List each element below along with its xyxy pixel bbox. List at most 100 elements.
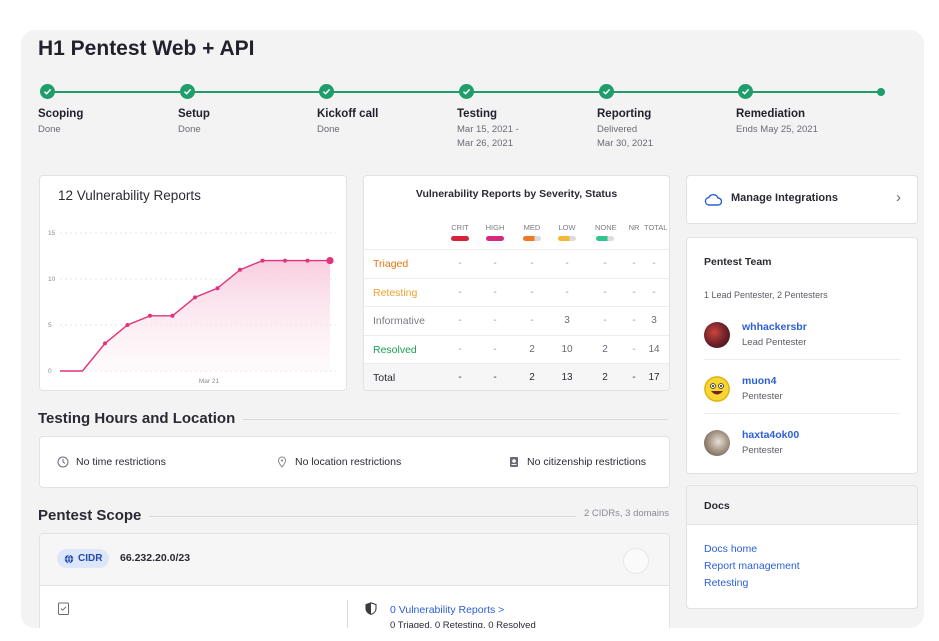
retesting-link[interactable]: Retesting (704, 577, 748, 589)
severity-count-cell: - (603, 258, 607, 269)
timeline-step-status: Done (317, 124, 340, 135)
severity-count-cell: - (632, 286, 636, 298)
severity-table-title: Vulnerability Reports by Severity, Statu… (415, 188, 618, 200)
member-role: Pentester (742, 445, 783, 456)
timeline-step-check (40, 84, 55, 99)
testing-hours-card: No time restrictions No location restric… (39, 436, 670, 488)
checkmark-icon (322, 88, 331, 95)
timeline-step-name: Setup (178, 108, 210, 120)
team-title: Pentest Team (704, 256, 772, 268)
timeline-step: Remediation Ends May 25, 2021 (736, 108, 866, 137)
member-name-link[interactable]: haxta4ok00 (742, 429, 799, 441)
member-role: Pentester (742, 391, 783, 402)
severity-count-cell: 3 (564, 315, 570, 326)
time-restriction: No time restrictions (57, 456, 166, 468)
severity-count-cell: - (458, 258, 462, 269)
docs-header: Docs (687, 486, 917, 525)
member-name-link[interactable]: muon4 (742, 375, 776, 387)
severity-column-header: TOTAL (644, 223, 668, 232)
scope-count: 2 CIDRs, 3 domains (575, 508, 669, 519)
timeline-step-name: Kickoff call (317, 108, 379, 120)
y-tick-label: 15 (48, 230, 56, 237)
severity-count-cell: 2 (602, 343, 608, 355)
severity-count-cell: - (530, 258, 534, 269)
status-label: Informative (373, 315, 425, 327)
severity-count-cell: - (632, 343, 636, 355)
severity-count-cell: 17 (648, 372, 660, 383)
location-restriction: No location restrictions (276, 456, 401, 468)
severity-column-header: HIGH (485, 223, 505, 232)
vulnerability-reports-summary: 0 Triaged, 0 Retesting, 0 Resolved (390, 620, 536, 628)
severity-count-cell: - (458, 372, 462, 383)
severity-count-cell: - (493, 343, 497, 355)
testing-hours-heading: Testing Hours and Location (38, 410, 244, 427)
data-point (103, 341, 107, 346)
vulnerability-reports-link[interactable]: 0 Vulnerability Reports > (390, 604, 504, 616)
scope-asset-card: CIDR 66.232.20.0/23 0 Vulnerability Repo… (39, 533, 670, 628)
y-tick-label: 10 (48, 276, 56, 283)
manage-integrations-button[interactable]: Manage Integrations › (686, 175, 918, 224)
asset-type-badge: CIDR (57, 549, 110, 568)
timeline-step-name: Scoping (38, 108, 84, 120)
data-point (125, 323, 130, 327)
location-pin-icon (277, 456, 287, 468)
severity-column-header: LOW (558, 223, 576, 232)
severity-color-indicator (451, 236, 469, 241)
y-tick-label: 5 (48, 322, 52, 329)
timeline-end-dot (877, 88, 885, 96)
severity-count-cell: - (493, 286, 497, 298)
checkmark-icon (741, 88, 750, 95)
globe-icon (64, 553, 74, 564)
severity-count-cell: - (603, 315, 607, 326)
chevron-right-icon: › (896, 189, 901, 206)
checkmark-icon (183, 88, 192, 95)
asset-type-label: CIDR (78, 553, 103, 564)
timeline-step: Testing Mar 15, 2021 - Mar 26, 2021 (457, 108, 587, 151)
status-label: Total (373, 372, 396, 384)
pentest-team-card: Pentest Team 1 Lead Pentester, 2 Pentest… (686, 237, 918, 474)
severity-status-table: Vulnerability Reports by Severity, Statu… (363, 175, 670, 391)
x-tick-label: Mar 21 (199, 378, 220, 385)
severity-color-indicator (523, 236, 541, 241)
data-point (148, 313, 152, 318)
severity-count-cell: - (652, 286, 656, 298)
location-restriction-label: No location restrictions (295, 456, 402, 468)
y-tick-label: 0 (48, 368, 52, 375)
severity-count-cell: 10 (561, 343, 573, 355)
pentest-scope-heading: Pentest Scope (38, 507, 150, 524)
checkmark-icon (462, 88, 471, 95)
chart-area (60, 260, 330, 371)
citizenship-restriction: No citizenship restrictions (508, 456, 646, 468)
data-point (193, 295, 197, 300)
member-role: Lead Pentester (742, 337, 807, 348)
severity-count-cell: 2 (529, 343, 535, 355)
severity-status-row: Resolved - -2 10 2-14 (364, 334, 669, 364)
member-name-link[interactable]: whhackersbr (742, 321, 807, 333)
data-point (215, 286, 220, 291)
asset-status-indicator (623, 548, 649, 574)
scope-column-divider (347, 600, 348, 628)
severity-color-indicator (558, 236, 576, 241)
data-point (260, 258, 265, 263)
severity-column-header: CRIT (451, 223, 469, 232)
shield-icon (365, 602, 377, 615)
timeline-step-check (319, 84, 334, 99)
severity-column-header: MED (523, 223, 541, 232)
severity-column-header: NR (628, 223, 640, 232)
timeline-step-status: Mar 15, 2021 - Mar 26, 2021 (457, 124, 519, 149)
severity-count-cell: - (458, 315, 462, 326)
avatar[interactable] (704, 376, 730, 402)
report-management-link[interactable]: Report management (704, 560, 800, 572)
team-member: haxta4ok00 Pentester (704, 426, 900, 474)
severity-count-cell: 14 (648, 343, 660, 355)
timeline-step-status: Done (38, 124, 61, 135)
severity-count-cell: - (603, 286, 607, 298)
data-point (326, 257, 334, 265)
severity-count-cell: - (530, 315, 534, 326)
avatar[interactable] (704, 430, 730, 456)
severity-count-cell: - (458, 286, 462, 298)
data-point (305, 258, 310, 263)
avatar[interactable] (704, 322, 730, 348)
pentest-overview-panel: H1 Pentest Web + API Scoping Done Setup Don… (21, 30, 924, 628)
docs-home-link[interactable]: Docs home (704, 543, 757, 555)
